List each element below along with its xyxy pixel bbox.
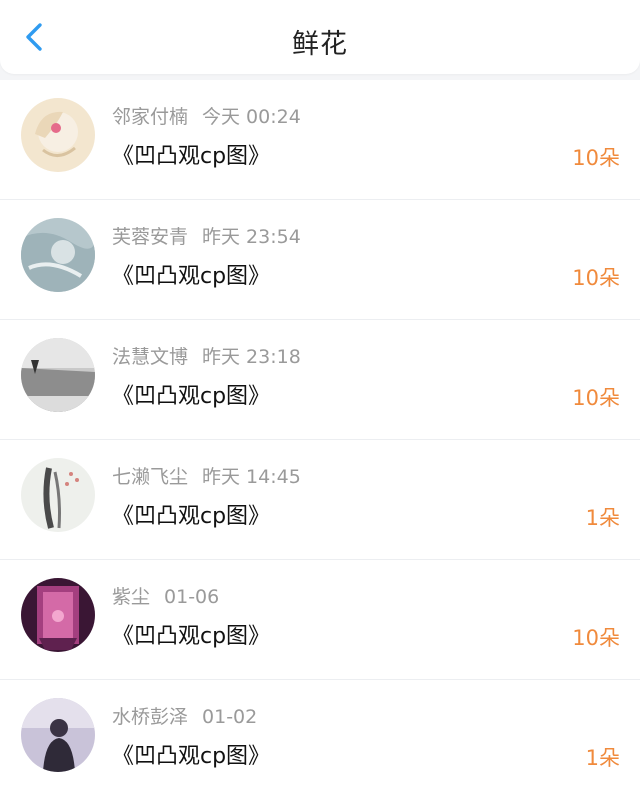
list-item[interactable]: 邻家付楠 今天 00:24 《凹凸观cp图》 10朵 (0, 80, 640, 200)
flower-count: 1朵 (585, 746, 620, 770)
avatar[interactable] (21, 578, 95, 652)
flower-list: 邻家付楠 今天 00:24 《凹凸观cp图》 10朵 芙蓉安青 昨天 23:54 《… (0, 80, 640, 799)
work-title[interactable]: 《凹凸观cp图》 (112, 138, 270, 170)
sender-name[interactable]: 邻家付楠 (112, 106, 188, 128)
timestamp: 昨天 23:18 (202, 346, 301, 368)
list-item[interactable]: 法慧文博 昨天 23:18 《凹凸观cp图》 10朵 (0, 320, 640, 440)
sender-name[interactable]: 水桥彭泽 (112, 706, 188, 728)
sender-name[interactable]: 紫尘 (112, 586, 150, 608)
list-item[interactable]: 七濑飞尘 昨天 14:45 《凹凸观cp图》 1朵 (0, 440, 640, 560)
work-title[interactable]: 《凹凸观cp图》 (112, 618, 270, 650)
sender-info: 芙蓉安青 昨天 23:54 (112, 222, 301, 249)
work-title[interactable]: 《凹凸观cp图》 (112, 498, 270, 530)
flower-count: 10朵 (572, 266, 620, 290)
flower-count: 10朵 (572, 146, 620, 170)
flower-count: 1朵 (585, 506, 620, 530)
list-item[interactable]: 紫尘 01-06 《凹凸观cp图》 10朵 (0, 560, 640, 680)
work-title[interactable]: 《凹凸观cp图》 (112, 378, 270, 410)
sender-name[interactable]: 芙蓉安青 (112, 226, 188, 248)
sender-info: 邻家付楠 今天 00:24 (112, 102, 301, 129)
list-item[interactable]: 芙蓉安青 昨天 23:54 《凹凸观cp图》 10朵 (0, 200, 640, 320)
sender-name[interactable]: 七濑飞尘 (112, 466, 188, 488)
page-title: 鲜花 (292, 29, 348, 60)
timestamp: 01-06 (164, 586, 220, 608)
sender-info: 水桥彭泽 01-02 (112, 702, 257, 729)
timestamp: 昨天 23:54 (202, 226, 301, 248)
timestamp: 昨天 14:45 (202, 466, 301, 488)
work-title[interactable]: 《凹凸观cp图》 (112, 258, 270, 290)
sender-info: 紫尘 01-06 (112, 582, 219, 609)
work-title[interactable]: 《凹凸观cp图》 (112, 738, 270, 770)
sender-name[interactable]: 法慧文博 (112, 346, 188, 368)
flower-count: 10朵 (572, 626, 620, 650)
avatar[interactable] (21, 458, 95, 532)
timestamp: 01-02 (202, 706, 258, 728)
flower-count: 10朵 (572, 386, 620, 410)
avatar[interactable] (21, 338, 95, 412)
sender-info: 法慧文博 昨天 23:18 (112, 342, 301, 369)
avatar[interactable] (21, 698, 95, 772)
top-bar: 鲜花 (0, 0, 640, 74)
list-item[interactable]: 水桥彭泽 01-02 《凹凸观cp图》 1朵 (0, 680, 640, 799)
timestamp: 今天 00:24 (202, 106, 301, 128)
avatar[interactable] (21, 218, 95, 292)
sender-info: 七濑飞尘 昨天 14:45 (112, 462, 301, 489)
avatar[interactable] (21, 98, 95, 172)
